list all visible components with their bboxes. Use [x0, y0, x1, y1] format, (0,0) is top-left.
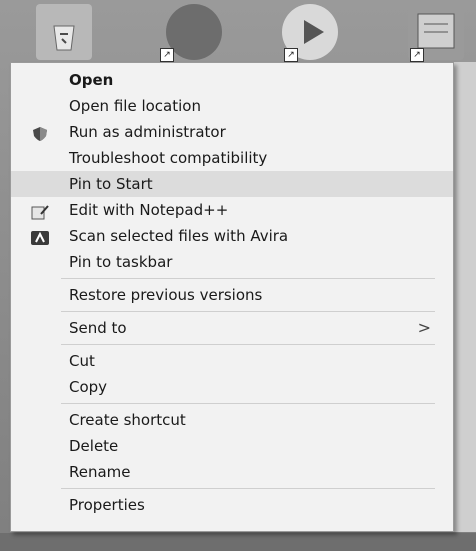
menu-item-scan-with-avira[interactable]: Scan selected files with Avira — [11, 223, 453, 249]
menu-separator — [61, 278, 435, 279]
menu-item-send-to[interactable]: Send to > — [11, 315, 453, 341]
menu-item-delete[interactable]: Delete — [11, 433, 453, 459]
document-shortcut-icon[interactable]: ↗ — [408, 4, 464, 62]
menu-item-create-shortcut[interactable]: Create shortcut — [11, 407, 453, 433]
menu-item-label: Open — [69, 71, 114, 89]
chevron-right-icon: > — [417, 318, 431, 337]
menu-item-label: Run as administrator — [69, 123, 226, 141]
notepad-plus-plus-icon — [31, 202, 49, 220]
menu-item-label: Edit with Notepad++ — [69, 201, 229, 219]
menu-item-label: Send to — [69, 319, 127, 337]
menu-item-copy[interactable]: Copy — [11, 374, 453, 400]
menu-item-label: Scan selected files with Avira — [69, 227, 289, 245]
menu-separator — [61, 311, 435, 312]
menu-item-label: Copy — [69, 378, 108, 396]
menu-separator — [61, 488, 435, 489]
background-window-edge — [454, 62, 476, 532]
menu-item-label: Troubleshoot compatibility — [69, 149, 268, 167]
menu-item-pin-to-taskbar[interactable]: Pin to taskbar — [11, 249, 453, 275]
menu-item-properties[interactable]: Properties — [11, 492, 453, 518]
menu-item-label: Cut — [69, 352, 95, 370]
shortcut-arrow-icon: ↗ — [284, 48, 298, 62]
menu-item-label: Properties — [69, 496, 145, 514]
menu-separator — [61, 403, 435, 404]
menu-item-label: Pin to Start — [69, 175, 153, 193]
menu-item-label: Delete — [69, 437, 119, 455]
menu-item-open-file-location[interactable]: Open file location — [11, 93, 453, 119]
menu-item-label: Restore previous versions — [69, 286, 263, 304]
menu-item-pin-to-start[interactable]: Pin to Start — [11, 171, 453, 197]
menu-item-open[interactable]: Open — [11, 67, 453, 93]
shortcut-arrow-icon: ↗ — [160, 48, 174, 62]
menu-item-label: Create shortcut — [69, 411, 186, 429]
menu-item-label: Rename — [69, 463, 131, 481]
menu-item-label: Open file location — [69, 97, 201, 115]
menu-item-label: Pin to taskbar — [69, 253, 173, 271]
menu-item-restore-previous-versions[interactable]: Restore previous versions — [11, 282, 453, 308]
menu-item-rename[interactable]: Rename — [11, 459, 453, 485]
avira-icon — [31, 228, 49, 245]
menu-item-run-as-administrator[interactable]: Run as administrator — [11, 119, 453, 145]
menu-separator — [61, 344, 435, 345]
context-menu: Open Open file location Run as administr… — [10, 62, 454, 532]
shortcut-arrow-icon: ↗ — [410, 48, 424, 62]
taskbar-edge — [0, 533, 476, 551]
shield-icon — [31, 124, 49, 141]
media-shortcut-icon[interactable]: ↗ — [282, 4, 338, 62]
menu-item-troubleshoot-compatibility[interactable]: Troubleshoot compatibility — [11, 145, 453, 171]
menu-item-cut[interactable]: Cut — [11, 348, 453, 374]
app-shortcut-icon[interactable]: ↗ — [160, 4, 222, 62]
menu-item-edit-with-notepad[interactable]: Edit with Notepad++ — [11, 197, 453, 223]
recycle-bin-icon[interactable] — [36, 4, 92, 60]
